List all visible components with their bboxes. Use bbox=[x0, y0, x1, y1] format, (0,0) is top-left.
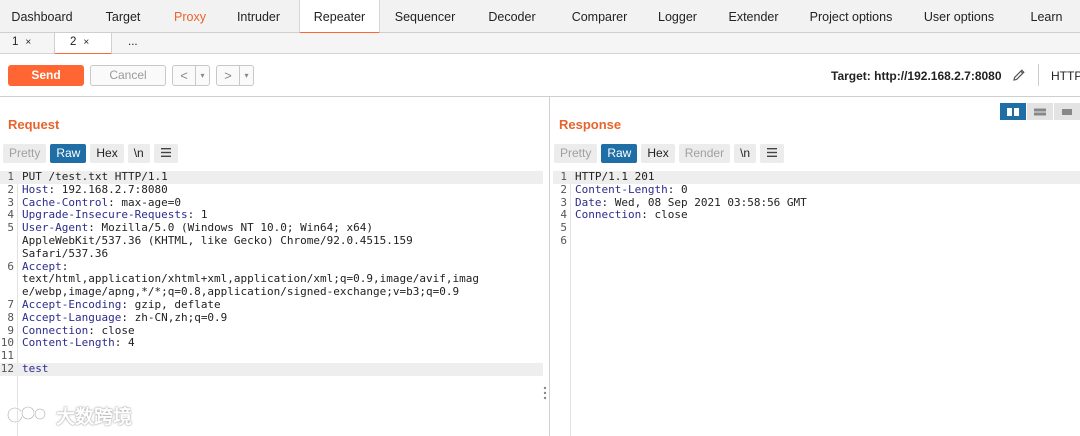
stacked-layout-button[interactable] bbox=[1027, 103, 1053, 120]
tab-learn[interactable]: Learn bbox=[1013, 0, 1080, 33]
tab-comparer[interactable]: Comparer bbox=[554, 0, 645, 33]
close-icon[interactable]: × bbox=[25, 37, 31, 48]
response-line: 4 Connection: close bbox=[560, 208, 688, 222]
request-hex-button[interactable]: Hex bbox=[90, 144, 124, 163]
tab-project-options[interactable]: Project options bbox=[797, 0, 905, 33]
tab-dashboard[interactable]: Dashboard bbox=[0, 0, 84, 33]
tab-extender[interactable]: Extender bbox=[710, 0, 797, 33]
single-pane-icon bbox=[1062, 108, 1072, 115]
tabs-layout-button[interactable] bbox=[1054, 103, 1080, 120]
chevron-down-icon[interactable]: ▾ bbox=[239, 66, 253, 85]
subtab-2[interactable]: 2 × bbox=[54, 33, 112, 55]
request-raw-button[interactable]: Raw bbox=[50, 144, 87, 163]
watermark-text: 大数跨境 bbox=[56, 405, 133, 428]
request-editor[interactable]: 1 PUT /test.txt HTTP/1.1 2 Host: 192.168.2… bbox=[0, 170, 543, 376]
side-by-side-layout-button[interactable] bbox=[1000, 103, 1026, 120]
request-view-bar: Pretty Raw Hex \n bbox=[3, 144, 178, 163]
tab-intruder[interactable]: Intruder bbox=[218, 0, 299, 33]
response-view-bar: Pretty Raw Hex Render \n bbox=[554, 144, 785, 163]
more-vertical-icon[interactable] bbox=[542, 386, 548, 400]
tool-tab-bar: Dashboard Target Proxy Intruder Repeater… bbox=[0, 0, 1080, 34]
subtab-label: 2 bbox=[70, 36, 77, 48]
subtab-label: 1 bbox=[12, 36, 19, 48]
chevron-left-icon: < bbox=[180, 68, 188, 83]
send-button[interactable]: Send bbox=[8, 65, 84, 86]
menu-icon bbox=[767, 148, 778, 157]
subtab-new[interactable]: ... bbox=[128, 33, 138, 54]
response-newline-toggle[interactable]: \n bbox=[734, 144, 757, 163]
http-version-label[interactable]: HTTP/ bbox=[1051, 69, 1080, 83]
request-newline-toggle[interactable]: \n bbox=[127, 144, 150, 163]
rows-icon bbox=[1034, 108, 1046, 115]
tab-decoder[interactable]: Decoder bbox=[470, 0, 554, 33]
tab-logger[interactable]: Logger bbox=[645, 0, 710, 33]
tab-target[interactable]: Target bbox=[84, 0, 162, 33]
pencil-icon[interactable] bbox=[1011, 67, 1027, 83]
response-line: 6 bbox=[560, 233, 567, 247]
chevron-right-icon: > bbox=[224, 68, 232, 83]
response-title: Response bbox=[559, 117, 622, 132]
response-pretty-button[interactable]: Pretty bbox=[554, 144, 598, 163]
subtab-1[interactable]: 1 × bbox=[12, 33, 31, 54]
columns-icon bbox=[1007, 107, 1019, 116]
response-line: 5 bbox=[560, 221, 567, 235]
tab-sequencer[interactable]: Sequencer bbox=[380, 0, 470, 33]
repeater-subtab-bar: 1 × 2 × ... bbox=[0, 33, 1080, 55]
response-render-button[interactable]: Render bbox=[678, 144, 731, 163]
request-pretty-button[interactable]: Pretty bbox=[3, 144, 47, 163]
request-line-wrap: Safari/537.36 bbox=[22, 246, 109, 260]
watermark: 大数跨境 bbox=[6, 400, 132, 430]
tab-repeater[interactable]: Repeater bbox=[299, 0, 380, 34]
toolbar-divider bbox=[1038, 64, 1039, 86]
tab-user-options[interactable]: User options bbox=[905, 0, 1013, 33]
request-line: 10 Content-Length: 4 bbox=[0, 336, 135, 350]
response-hex-button[interactable]: Hex bbox=[641, 144, 675, 163]
request-title: Request bbox=[8, 117, 60, 132]
target-label: Target: http://192.168.2.7:8080 bbox=[831, 69, 1002, 83]
request-line: 11 bbox=[0, 349, 14, 363]
tab-proxy[interactable]: Proxy bbox=[162, 0, 218, 33]
cancel-button[interactable]: Cancel bbox=[90, 65, 166, 86]
close-icon[interactable]: × bbox=[83, 37, 89, 48]
repeater-toolbar: Send Cancel < ▾ > ▾ Target: http://192.1… bbox=[0, 54, 1080, 97]
panel-splitter[interactable] bbox=[549, 97, 550, 436]
layout-toggle bbox=[1000, 103, 1080, 120]
history-forward-button[interactable]: > ▾ bbox=[216, 65, 254, 86]
response-options-button[interactable] bbox=[760, 144, 785, 163]
menu-icon bbox=[160, 148, 171, 157]
request-options-button[interactable] bbox=[153, 144, 178, 163]
history-back-button[interactable]: < ▾ bbox=[172, 65, 210, 86]
response-editor[interactable]: 1 HTTP/1.1 201 2 Content-Length: 0 3 Date: … bbox=[553, 170, 1080, 248]
response-raw-button[interactable]: Raw bbox=[601, 144, 638, 163]
request-body-line: 12 test bbox=[0, 362, 543, 376]
watermark-logo-icon bbox=[6, 405, 47, 424]
chevron-down-icon[interactable]: ▾ bbox=[195, 66, 209, 85]
